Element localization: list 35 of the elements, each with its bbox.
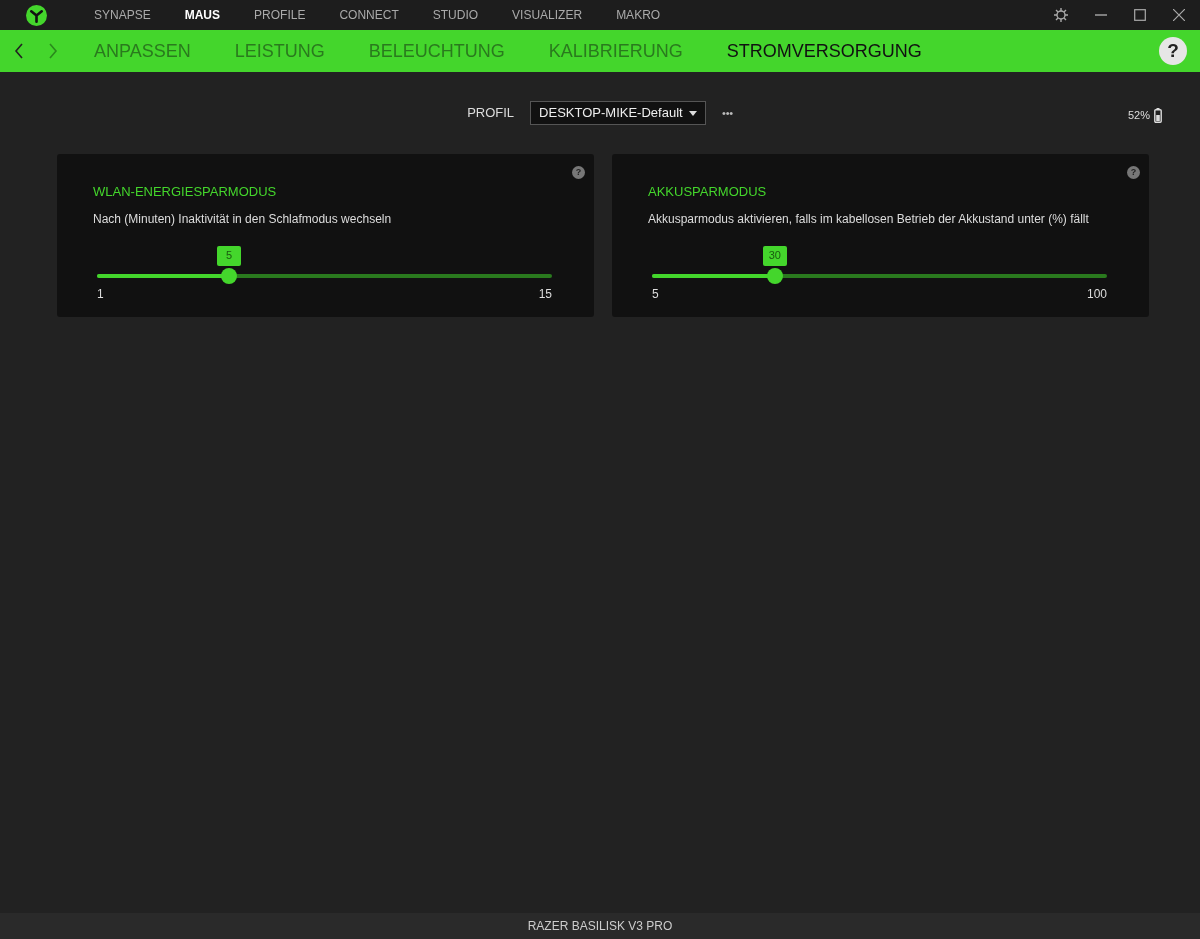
card-description: Akkusparmodus aktivieren, falls im kabellosen Betrieb der Akkustand unter (%) fällt: [648, 210, 1090, 228]
slider-thumb[interactable]: [766, 267, 783, 284]
card-title: WLAN-ENERGIESPARMODUS: [93, 183, 278, 201]
device-name: RAZER BASILISK V3 PRO: [527, 918, 673, 935]
value-badge: 5: [216, 245, 241, 266]
battery-icon: [1154, 107, 1162, 123]
logo-icon[interactable]: [26, 4, 47, 26]
battery-reading: 52%: [1127, 108, 1150, 123]
card-description: Nach (Minuten) Inaktivität in den Schlafmodus wechseln: [93, 210, 393, 228]
slider-thumb[interactable]: [220, 267, 237, 284]
max-label: 15: [538, 285, 552, 303]
help-button[interactable]: ?: [1159, 37, 1187, 65]
card-title: AKKUSPARMODUS: [648, 183, 768, 201]
nav-tab[interactable]: VISUALIZER: [512, 6, 583, 24]
max-label: 100: [1086, 285, 1107, 303]
help-button[interactable]: ?: [1127, 166, 1140, 179]
value-badge: 30: [762, 245, 787, 266]
nav-tab[interactable]: CONNECT: [339, 6, 399, 24]
profile-label: PROFIL: [467, 104, 515, 123]
more-options[interactable]: •••: [722, 104, 733, 122]
close-icon[interactable]: [1173, 9, 1185, 21]
min-label: 5: [652, 285, 659, 303]
nav-tab[interactable]: MAUS: [184, 6, 221, 24]
nav-tab[interactable]: MAKRO: [616, 6, 661, 24]
maximize-icon[interactable]: [1134, 9, 1146, 21]
min-label: 1: [97, 285, 104, 303]
section-tab[interactable]: STROMVERSORGUNG: [726, 37, 922, 65]
nav-tab[interactable]: STUDIO: [432, 6, 479, 24]
nav-tab[interactable]: SYNAPSE: [94, 6, 151, 24]
settings-icon[interactable]: [1054, 8, 1068, 22]
back-icon[interactable]: [14, 43, 24, 59]
profile-dropdown[interactable]: DESKTOP-MIKE-Default: [530, 101, 707, 125]
nav-tab[interactable]: PROFILE: [254, 6, 306, 24]
caret-icon: [689, 110, 698, 116]
help-button[interactable]: ?: [572, 166, 585, 179]
